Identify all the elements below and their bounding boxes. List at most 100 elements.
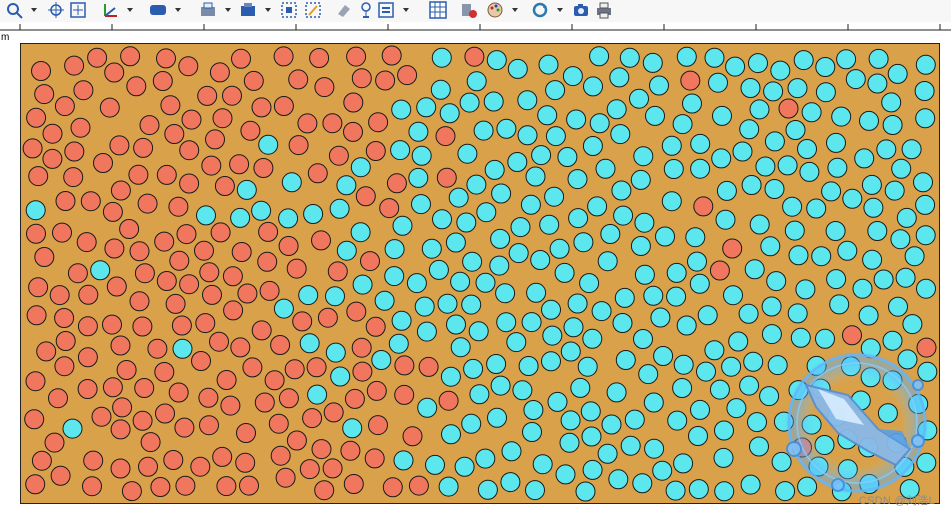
particle-cyan	[476, 202, 497, 223]
export-view-dropdown-caret[interactable]	[403, 8, 409, 12]
particle-red	[366, 380, 387, 401]
particle-cyan	[518, 356, 539, 376]
particle-red	[163, 450, 184, 470]
select-region-button[interactable]	[279, 0, 299, 20]
grid-button[interactable]	[428, 0, 448, 20]
particle-cyan	[697, 305, 718, 326]
export-view-button[interactable]	[376, 0, 396, 20]
particle-red	[368, 112, 389, 133]
zoom-button[interactable]	[4, 0, 24, 20]
particle-red	[351, 68, 372, 89]
refresh-dropdown-caret[interactable]	[557, 8, 563, 12]
particle-cyan	[859, 110, 879, 131]
particle-cyan	[466, 174, 487, 195]
particle-cyan	[329, 198, 350, 219]
particle-red	[251, 97, 272, 118]
particle-cyan	[251, 200, 272, 221]
particle-cyan	[613, 205, 634, 226]
particle-cyan	[672, 378, 693, 398]
particle-cyan	[655, 226, 675, 247]
refresh-button[interactable]	[530, 0, 550, 20]
particle-cyan	[740, 78, 761, 98]
particle-cyan	[525, 480, 545, 501]
particle-red	[343, 474, 364, 494]
particle-red	[82, 476, 102, 497]
particle-cyan	[666, 262, 687, 283]
particle-red	[132, 410, 153, 431]
print-preview-dropdown-caret[interactable]	[225, 8, 231, 12]
render-mode-dropdown-caret[interactable]	[265, 8, 271, 12]
particle-red	[175, 475, 196, 496]
camera-button[interactable]	[571, 0, 591, 20]
select-region-icon	[281, 2, 297, 18]
particle-red	[28, 277, 49, 298]
particle-cyan	[672, 114, 693, 135]
print-preview-button[interactable]	[198, 0, 218, 20]
particle-red	[25, 474, 46, 495]
clear-plot-button[interactable]	[459, 0, 479, 20]
particle-cyan	[666, 286, 687, 307]
particle-cyan	[748, 53, 768, 74]
particle-red	[26, 223, 46, 244]
particle-red	[54, 96, 75, 117]
particle-cyan	[510, 217, 531, 238]
particle-cyan	[714, 481, 735, 502]
palette-button[interactable]	[485, 0, 505, 20]
particle-red	[199, 262, 220, 283]
particle-cyan	[763, 81, 784, 102]
particle-cyan	[862, 249, 883, 270]
shape-style-button[interactable]	[148, 0, 168, 20]
particle-cyan	[325, 342, 346, 363]
particle-cyan	[826, 132, 846, 153]
particle-red	[254, 392, 275, 413]
particle-cyan	[582, 328, 603, 349]
render-mode-button[interactable]	[238, 0, 258, 20]
particle-red	[253, 158, 274, 178]
particle-cyan	[806, 198, 827, 219]
printer-button[interactable]	[594, 0, 614, 20]
zoom-dropdown-caret[interactable]	[31, 8, 37, 12]
edit-region-button[interactable]	[303, 0, 323, 20]
particle-cyan	[473, 120, 494, 141]
eraser-button[interactable]	[334, 0, 354, 20]
particle-red	[179, 173, 200, 194]
particle-red	[112, 397, 133, 418]
probe-button[interactable]	[356, 0, 376, 20]
palette-dropdown-caret[interactable]	[512, 8, 518, 12]
particle-cyan	[489, 255, 510, 276]
particle-cyan	[766, 271, 787, 292]
particle-red	[243, 70, 264, 91]
particle-cyan	[463, 358, 484, 379]
particle-red	[155, 403, 175, 424]
particle-cyan	[545, 80, 566, 101]
particle-cyan	[787, 303, 808, 324]
particle-cyan	[784, 220, 805, 241]
particle-red	[242, 357, 263, 378]
particle-red	[258, 221, 279, 242]
particle-cyan	[902, 314, 923, 335]
fit-view-button[interactable]	[68, 0, 88, 20]
axes-dropdown-caret[interactable]	[127, 8, 133, 12]
particle-red	[139, 115, 160, 136]
refresh-icon	[532, 2, 548, 18]
particle-red	[307, 163, 328, 184]
particle-red	[133, 137, 154, 158]
particle-cyan	[633, 329, 653, 349]
particle-red	[355, 186, 376, 207]
particle-cyan	[721, 356, 742, 377]
particle-red	[270, 445, 291, 466]
particle-cyan	[606, 99, 627, 120]
particle-red	[364, 448, 385, 469]
particle-cyan	[196, 205, 216, 226]
shape-style-dropdown-caret[interactable]	[175, 8, 181, 12]
pan-button[interactable]	[46, 0, 66, 20]
particle-cyan	[673, 453, 694, 474]
particle-cyan	[411, 145, 432, 166]
axes-button[interactable]	[100, 0, 120, 20]
fish-logo-icon	[785, 351, 929, 495]
particle-cyan	[854, 148, 875, 169]
particle-cyan	[554, 262, 575, 283]
particle-cyan	[901, 139, 922, 160]
particle-red	[52, 222, 72, 243]
particle-red	[128, 164, 149, 185]
